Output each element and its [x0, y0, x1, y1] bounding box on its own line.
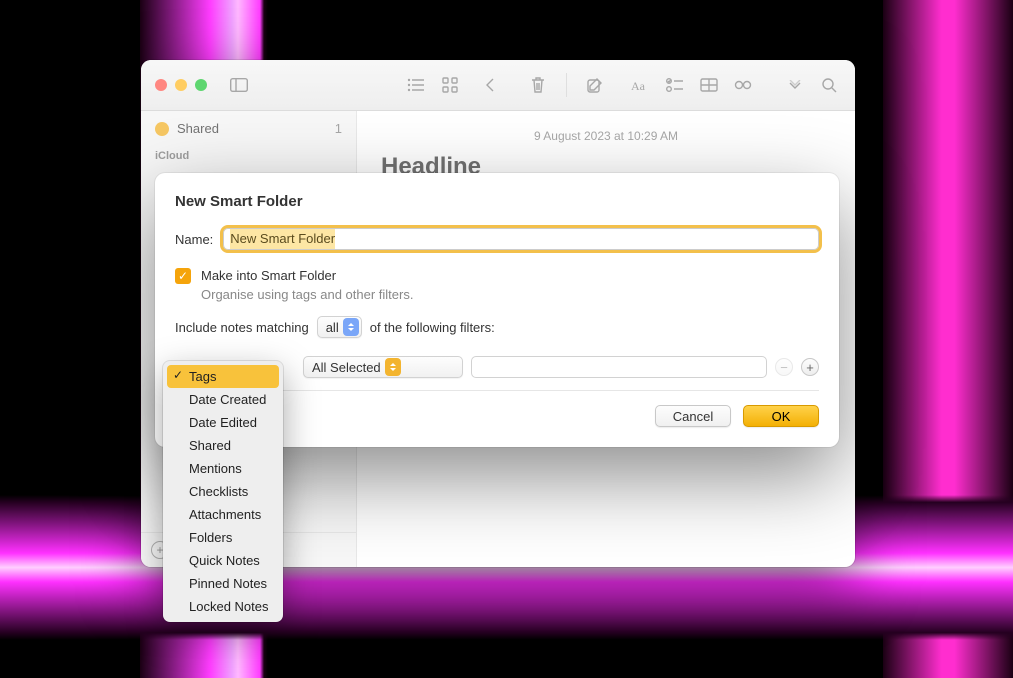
make-smart-folder-row: ✓ Make into Smart Folder: [175, 268, 819, 284]
folder-name-input[interactable]: New Smart Folder: [223, 228, 819, 250]
filter-type-dropdown: Tags Date Created Date Edited Shared Men…: [163, 361, 283, 622]
filter-value-label: All Selected: [312, 360, 381, 375]
chevron-updown-icon: [343, 318, 359, 336]
filter-text-input[interactable]: [471, 356, 767, 378]
dropdown-item-date-created[interactable]: Date Created: [167, 388, 279, 411]
name-row: Name: New Smart Folder: [175, 228, 819, 250]
chevron-updown-icon: [385, 358, 401, 376]
name-label: Name:: [175, 232, 213, 247]
cancel-button[interactable]: Cancel: [655, 405, 731, 427]
dropdown-item-shared[interactable]: Shared: [167, 434, 279, 457]
ok-button[interactable]: OK: [743, 405, 819, 427]
dropdown-item-folders[interactable]: Folders: [167, 526, 279, 549]
include-text-pre: Include notes matching: [175, 320, 309, 335]
dropdown-item-attachments[interactable]: Attachments: [167, 503, 279, 526]
dropdown-item-date-edited[interactable]: Date Edited: [167, 411, 279, 434]
match-mode-select[interactable]: all: [317, 316, 362, 338]
include-text-post: of the following filters:: [370, 320, 495, 335]
dropdown-item-checklists[interactable]: Checklists: [167, 480, 279, 503]
make-smart-folder-checkbox[interactable]: ✓: [175, 268, 191, 284]
modal-title: New Smart Folder: [175, 193, 819, 210]
dropdown-item-mentions[interactable]: Mentions: [167, 457, 279, 480]
make-smart-folder-label: Make into Smart Folder: [201, 268, 336, 283]
remove-filter-button: −: [775, 358, 793, 376]
make-smart-folder-description: Organise using tags and other filters.: [201, 287, 819, 302]
add-filter-button[interactable]: +: [801, 358, 819, 376]
dropdown-item-tags[interactable]: Tags: [167, 365, 279, 388]
folder-name-value: New Smart Folder: [230, 229, 335, 249]
filter-value-select[interactable]: All Selected: [303, 356, 463, 378]
match-mode-value: all: [326, 320, 339, 335]
dropdown-item-pinned-notes[interactable]: Pinned Notes: [167, 572, 279, 595]
dropdown-item-quick-notes[interactable]: Quick Notes: [167, 549, 279, 572]
dropdown-item-locked-notes[interactable]: Locked Notes: [167, 595, 279, 618]
include-row: Include notes matching all of the follow…: [175, 316, 819, 338]
